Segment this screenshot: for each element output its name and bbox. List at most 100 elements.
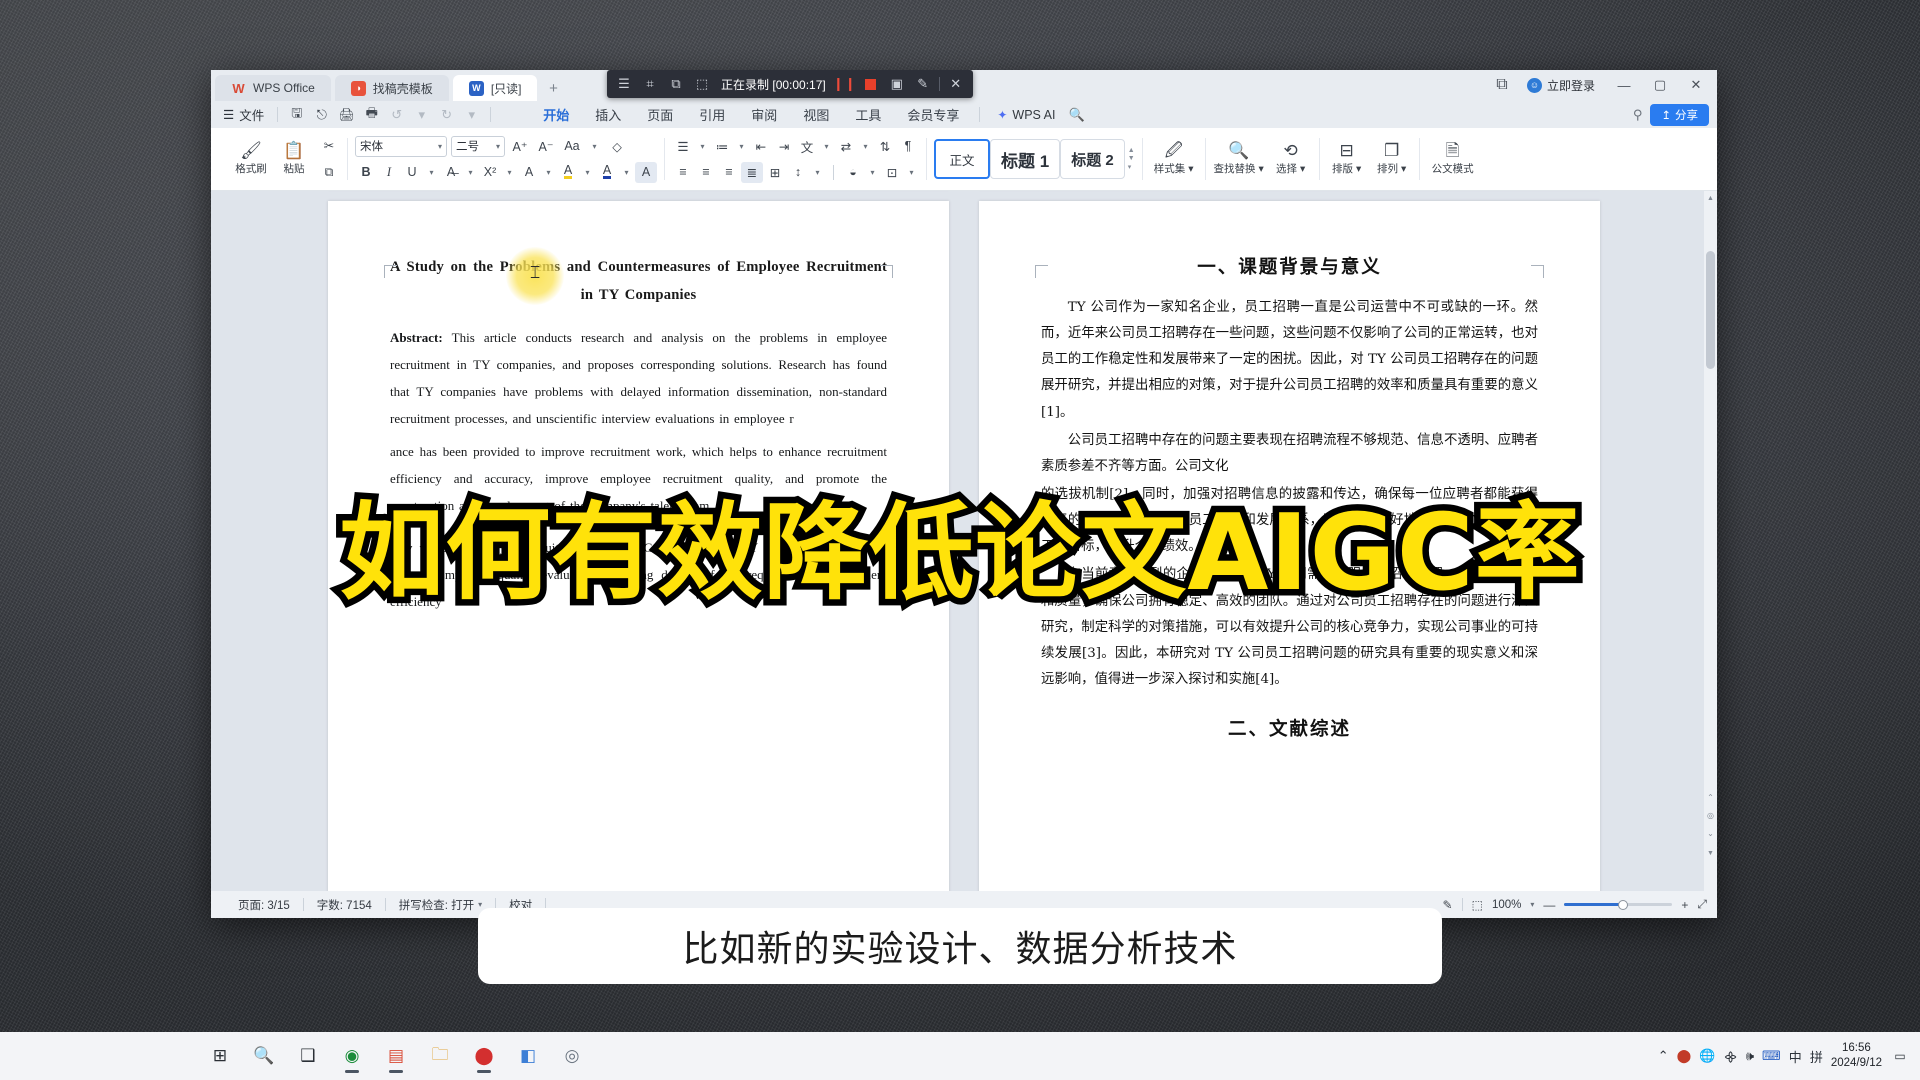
print-preview-icon[interactable]: 🖶 [360,104,383,126]
font-size-select[interactable]: 二号 ▾ [451,135,505,157]
chevron-down-icon[interactable]: ▾ [904,162,919,183]
recorder-icon[interactable]: ⬤ [464,1036,504,1076]
bold-button[interactable]: B [355,162,377,183]
login-button[interactable]: ☺ 立即登录 [1517,77,1605,94]
spellcheck-status[interactable]: 拼写检查: 打开 ▾ [386,897,495,913]
justify-icon[interactable]: ≣ [741,161,763,183]
line-spacing-icon[interactable]: ↕ [787,162,809,183]
clock[interactable]: 16:56 2024/9/12 [1831,1041,1882,1070]
file-menu-button[interactable]: ☰ 文件 [221,105,270,124]
word-count[interactable]: 字数: 7154 [304,897,385,913]
camera-icon[interactable]: ▣ [884,70,910,98]
zoom-out-button[interactable]: — [1543,898,1555,912]
close-recorder-button[interactable]: ✕ [943,70,969,98]
scroll-up-icon[interactable]: ▲ [1704,191,1717,206]
font-name-select[interactable]: 宋体 ▾ [355,135,447,157]
chevron-down-icon[interactable]: ▾ [865,162,880,183]
restore-layout-icon[interactable]: ⧉ [1489,72,1515,98]
copy-icon[interactable]: ⧉ [318,162,340,183]
pen-icon[interactable]: ✎ [910,70,936,98]
wps-ai-button[interactable]: ✦ WPS AI [997,108,1055,122]
notification-icon[interactable]: ▭ [1890,1046,1910,1066]
chevron-up-icon[interactable]: ⌃ [1658,1048,1669,1064]
tab-reference[interactable]: 引用 [686,102,738,127]
chevron-down-icon[interactable]: ▾ [463,162,478,183]
stop-recording-button[interactable] [858,70,884,98]
text-direction-icon[interactable]: ⇄ [835,136,857,157]
align-left-icon[interactable]: ≡ [672,162,694,183]
grow-font-button[interactable]: A⁺ [509,136,531,157]
quick-access-more-icon[interactable]: ▾ [460,104,483,126]
strikethrough-button[interactable]: A̶ [440,162,462,183]
app-tab-wps-office[interactable]: W WPS Office [215,75,331,101]
arrange-button[interactable]: ❐ 排列 ▾ [1372,142,1412,176]
app-tab-templates[interactable]: ◑ 找稿壳模板 [334,75,449,101]
chevron-down-icon[interactable]: ▾ [502,162,517,183]
qq-icon[interactable]: ◧ [508,1036,548,1076]
tab-member-exclusive[interactable]: 会员专享 [894,102,972,127]
chevron-down-icon[interactable]: ▾ [858,136,873,157]
chevron-down-icon[interactable]: ▾ [1530,900,1534,909]
distribute-icon[interactable]: ⊞ [764,162,786,183]
numbered-list-icon[interactable]: ≔ [711,136,733,157]
increase-indent-icon[interactable]: ⇥ [773,136,795,157]
record-dot-icon[interactable]: ⬤ [1677,1048,1692,1064]
cut-icon[interactable]: ✂ [318,135,340,156]
text-effects-button[interactable]: A [518,162,540,183]
chevron-down-icon[interactable]: ▾ [734,136,749,157]
sort-icon[interactable]: ⇅ [874,136,896,157]
shading-icon[interactable]: ◒ [842,162,864,183]
chrome-icon[interactable]: ◉ [332,1036,372,1076]
tab-tools[interactable]: 工具 [842,102,894,127]
scroll-down-icon[interactable]: ▼ [1704,846,1717,861]
zoom-region-icon[interactable]: ⧉ [663,70,689,98]
chevron-down-icon[interactable]: ▾ [819,136,834,157]
style-heading-2[interactable]: 标题 2 [1060,139,1125,179]
tab-review[interactable]: 审阅 [738,102,790,127]
maximize-button[interactable]: ▢ [1643,72,1677,98]
underline-button[interactable]: U [401,162,423,183]
list-icon[interactable]: ☰ [611,70,637,98]
select-button[interactable]: ⟲ 选择 ▾ [1270,142,1312,176]
shrink-font-button[interactable]: A⁻ [535,136,557,157]
chevron-down-icon[interactable]: ▾ [810,162,825,183]
chevron-down-icon[interactable]: ▾ [541,162,556,183]
redo-icon[interactable]: ↻ [435,104,458,126]
clear-format-icon[interactable]: ◇ [606,136,628,157]
tab-start[interactable]: 开始 [530,102,582,130]
character-shading-button[interactable]: A [635,161,657,183]
scrollbar-thumb[interactable] [1706,251,1715,369]
wps-icon[interactable]: ▤ [376,1036,416,1076]
chevron-down-icon[interactable]: ▾ [587,136,602,157]
zoom-slider[interactable] [1564,899,1673,910]
chevron-down-icon[interactable]: ▾ [619,162,634,183]
align-right-icon[interactable]: ≡ [718,162,740,183]
zoom-slider-knob[interactable] [1618,899,1629,910]
pen-icon[interactable]: ✎ [1443,898,1453,912]
zoom-level-label[interactable]: 100% [1492,899,1521,911]
next-page-icon[interactable]: ⌄ [1704,825,1717,841]
save-icon[interactable]: 🖫 [285,104,308,126]
page-indicator[interactable]: 页面: 3/15 [225,897,303,913]
chevron-down-icon[interactable]: ▾ [580,162,595,183]
paste-button[interactable]: 📋 粘贴 [275,142,313,176]
pause-recording-button[interactable]: ❙❙ [832,70,858,98]
fullscreen-icon[interactable]: ⤢ [1697,897,1707,912]
undo-dropdown-icon[interactable]: ▾ [410,104,433,126]
style-set-button[interactable]: 🖉 样式集 ▾ [1150,142,1198,176]
task-view-icon[interactable]: ❑ [288,1036,328,1076]
font-color-button[interactable]: A [596,162,618,183]
tab-page[interactable]: 页面 [634,102,686,127]
input-method-icon[interactable]: ⌨ [1762,1048,1781,1064]
previous-page-icon[interactable]: ⌃ [1704,789,1717,805]
page-left[interactable]: A Study on the Problems and Countermeasu… [328,201,949,891]
show-marks-icon[interactable]: ¶ [897,136,919,157]
page-right[interactable]: 一、课题背景与意义 TY 公司作为一家知名企业，员工招聘一直是公司运营中不可或缺… [979,201,1600,891]
app-tab-document[interactable]: W [只读] [452,75,538,101]
tab-insert[interactable]: 插入 [582,102,634,127]
print-icon[interactable]: 🖨 [335,104,358,126]
close-button[interactable]: ✕ [1679,72,1713,98]
globe-icon[interactable]: 🌐 [1699,1048,1715,1064]
italic-button[interactable]: I [378,162,400,183]
wifi-icon[interactable]: ᯽ [1723,1047,1737,1065]
